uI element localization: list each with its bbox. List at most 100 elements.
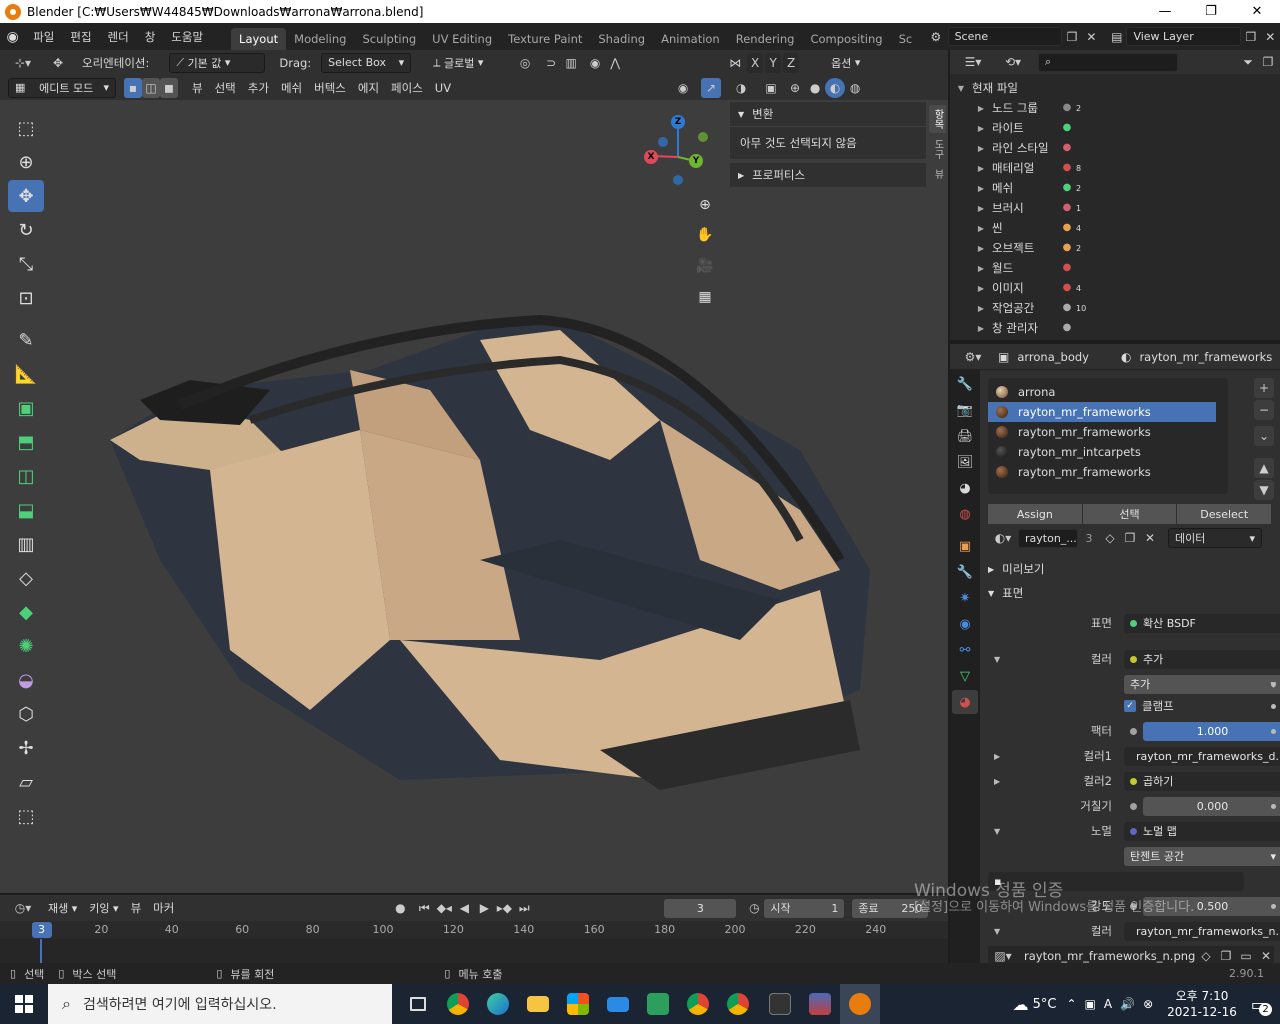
camera-view-icon[interactable]: 🎥 <box>693 254 717 278</box>
menu-add[interactable]: 추가 <box>242 80 275 96</box>
chrome-icon-2[interactable] <box>678 984 718 1024</box>
mode-dropdown[interactable]: ▦ 에디트 모드 ▾ <box>8 77 116 98</box>
image-app-icon[interactable] <box>800 984 840 1024</box>
xray-icon[interactable]: ▣ <box>761 78 781 98</box>
smooth-tool-icon[interactable]: ◒ <box>8 664 44 696</box>
editor-type-icon[interactable]: ⊹▾ <box>8 53 38 73</box>
blend-mode-dropdown[interactable]: 추가▾ <box>1124 674 1280 694</box>
outliner-row[interactable]: ▶ 씬 ● 4 <box>950 218 1280 238</box>
timeline-view-menu[interactable]: 뷰 <box>125 900 148 916</box>
expand-icon[interactable]: ▶ <box>974 264 988 273</box>
tool-tab-icon[interactable]: 🔧 <box>952 372 978 396</box>
expand-icon[interactable]: ▶ <box>974 164 988 173</box>
playhead-frame-badge[interactable]: 3 <box>31 922 52 938</box>
measure-tool-icon[interactable]: 📐 <box>8 358 44 390</box>
new-scene-icon[interactable]: ❐ <box>1062 27 1081 47</box>
ime-indicator[interactable]: A <box>1104 997 1112 1011</box>
wireframe-shading-icon[interactable]: ⊕ <box>785 78 805 98</box>
extrude-tool-icon[interactable]: ⬒ <box>8 426 44 458</box>
transform-tool-icon[interactable]: ⊡ <box>8 282 44 314</box>
car-body-model[interactable] <box>100 310 880 810</box>
remove-slot-icon[interactable]: − <box>1254 400 1274 420</box>
outliner-row[interactable]: ▶ 브러시 ● 1 <box>950 198 1280 218</box>
marker-menu[interactable]: 마커 <box>147 900 180 916</box>
start-frame-field[interactable]: 시작 1 <box>764 898 845 918</box>
image-name[interactable]: rayton_mr_frameworks_n.png <box>1024 949 1195 963</box>
proportional-edit-icon[interactable]: ◉ <box>585 53 605 73</box>
filter-icon[interactable]: ⏷ <box>1238 52 1258 72</box>
transform-space-dropdown[interactable]: ⟂ 글로벌 ▾ <box>427 53 509 73</box>
pan-hand-icon[interactable]: ✋ <box>693 223 717 247</box>
outliner-row[interactable]: ▶ 창 관리자 ● <box>950 318 1280 338</box>
face-select-icon[interactable]: ◼ <box>160 77 178 98</box>
material-slot[interactable]: rayton_mr_frameworks <box>988 422 1228 442</box>
rendered-shading-icon[interactable]: ◍ <box>845 78 865 98</box>
3d-viewport[interactable]: ⊹▾ ✥ 오리엔테이션: ⟋ 기본 값 ▾ Drag: Select Box ▾ … <box>0 50 948 893</box>
expand-icon[interactable]: ▶ <box>974 144 988 153</box>
axis-x-toggle[interactable]: X <box>747 52 764 73</box>
tab-uv-editing[interactable]: UV Editing <box>424 28 500 50</box>
playback-menu[interactable]: 재생 ▾ <box>42 898 83 918</box>
drag-dropdown[interactable]: Select Box ▾ <box>321 52 412 73</box>
play-reverse-icon[interactable]: ◀ <box>454 898 474 918</box>
jump-start-icon[interactable]: ⏮ <box>414 898 434 918</box>
edge-icon[interactable] <box>478 984 518 1024</box>
weather-temp[interactable]: 5°C <box>1033 997 1057 1012</box>
gizmo-neg-z-dot[interactable] <box>658 137 668 147</box>
transform-panel-header[interactable]: ▼ 변환 <box>730 102 926 126</box>
close-button[interactable]: ✕ <box>1234 0 1280 23</box>
snap-icon[interactable]: ⊃ <box>541 53 561 73</box>
tab-shading[interactable]: Shading <box>590 28 653 50</box>
unlink-material-icon[interactable]: ✕ <box>1140 528 1160 548</box>
color2-input-field[interactable]: 곱하기 <box>1124 771 1280 791</box>
material-tab-icon[interactable]: ◕ <box>952 690 978 714</box>
zoom-icon[interactable]: ⊕ <box>693 193 717 217</box>
image-open-folder-icon[interactable]: ▭ <box>1236 946 1256 964</box>
image-duplicate-icon[interactable]: ❐ <box>1216 946 1236 964</box>
file-explorer-icon[interactable] <box>518 984 558 1024</box>
expand-icon[interactable]: ▶ <box>974 324 988 333</box>
start-button[interactable] <box>0 984 48 1024</box>
tab-modeling[interactable]: Modeling <box>286 28 354 50</box>
minimize-button[interactable]: — <box>1142 0 1188 23</box>
expand-icon[interactable]: ▶ <box>974 124 988 133</box>
outliner-row[interactable]: ▶ 메쉬 ● 2 <box>950 178 1280 198</box>
outliner-root-row[interactable]: ▼ 현재 파일 <box>950 78 1280 98</box>
notification-icon[interactable]: ▭ 2 <box>1251 995 1272 1016</box>
solid-shading-icon[interactable]: ● <box>805 78 825 98</box>
new-view-layer-icon[interactable]: ❐ <box>1241 27 1260 47</box>
move-tool-icon[interactable]: ✥ <box>48 53 68 73</box>
edge-select-icon[interactable]: ◫ <box>142 77 160 98</box>
mail-icon[interactable] <box>598 984 638 1024</box>
orientation-dropdown[interactable]: ⟋ 기본 값 ▾ <box>169 52 266 73</box>
pivot-icon[interactable]: ◎ <box>515 53 535 73</box>
edge-slide-tool-icon[interactable]: ⬡ <box>8 698 44 730</box>
gizmo-toggle-icon[interactable]: ↗ <box>701 77 722 98</box>
add-slot-icon[interactable]: + <box>1254 378 1274 398</box>
keying-menu[interactable]: 키잉 ▾ <box>83 898 124 918</box>
jump-next-keyframe-icon[interactable]: ▸◆ <box>494 898 514 918</box>
menu-vertex[interactable]: 버텍스 <box>308 80 352 96</box>
mirror-icon[interactable]: ⋈ <box>725 53 745 73</box>
scene-icon[interactable]: ⚙ <box>926 27 945 47</box>
view-layer-tab-icon[interactable]: 🖼 <box>952 450 978 474</box>
poly-build-tool-icon[interactable]: ◆ <box>8 596 44 628</box>
expand-icon[interactable]: ▶ <box>974 204 988 213</box>
data-tab-icon[interactable]: ▽ <box>952 664 978 688</box>
expand-icon[interactable]: ▼ <box>994 655 1000 664</box>
outliner-search-input[interactable]: ⌕ <box>1038 52 1178 72</box>
volume-icon[interactable]: 🔊 <box>1120 997 1135 1011</box>
browse-image-icon[interactable]: ▨▾ <box>988 946 1018 964</box>
timeline-editor-icon[interactable]: ◷▾ <box>8 898 38 918</box>
properties-editor-icon[interactable]: ⚙▾ <box>958 347 988 367</box>
move-tool-icon[interactable]: ✥ <box>8 180 44 212</box>
outliner-row[interactable]: ▶ 매테리얼 ● 8 <box>950 158 1280 178</box>
surface-shader-field[interactable]: 확산 BSDF <box>1124 613 1280 633</box>
expand-icon[interactable]: ▶ <box>994 752 1000 761</box>
gizmo-x-axis[interactable]: X <box>644 150 658 164</box>
tab-layout[interactable]: Layout <box>231 28 287 50</box>
visibility-icon[interactable]: ◉ <box>673 78 693 98</box>
tab-texture-paint[interactable]: Texture Paint <box>500 28 590 50</box>
color1-input-field[interactable]: rayton_mr_frameworks_d... <box>1124 746 1280 766</box>
particles-tab-icon[interactable]: ✷ <box>952 586 978 610</box>
